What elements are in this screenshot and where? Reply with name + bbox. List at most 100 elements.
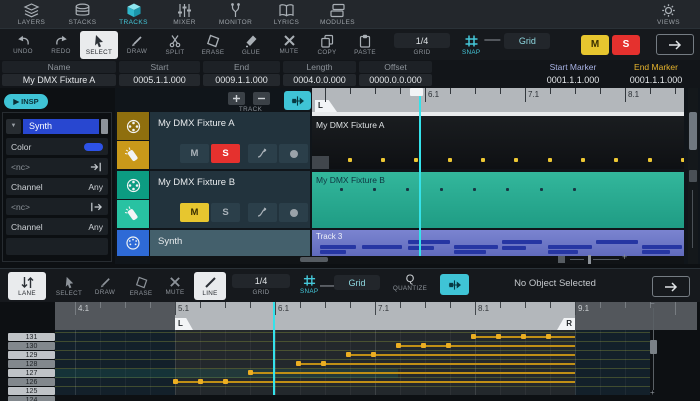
editor-vzoom-thumb[interactable] xyxy=(650,340,657,354)
midi-note[interactable] xyxy=(502,246,526,250)
nav-item-tracks[interactable]: TRACKS xyxy=(108,0,159,28)
inspector-row-input[interactable]: <nc> xyxy=(6,158,108,175)
loop-start-flag[interactable]: L xyxy=(315,100,337,112)
track-solo-button[interactable]: S xyxy=(211,203,240,222)
zoom-plus[interactable]: + xyxy=(622,252,627,262)
draw-tool-button[interactable]: DRAW xyxy=(88,272,122,300)
automation-point[interactable] xyxy=(173,379,178,384)
lane-label[interactable]: 126 xyxy=(8,378,55,386)
nav-item-stacks[interactable]: STACKS xyxy=(57,0,108,28)
automation-dot[interactable] xyxy=(614,158,618,162)
playhead[interactable] xyxy=(419,88,421,256)
track-name[interactable]: Synth xyxy=(158,236,182,247)
timeline-ruler[interactable]: L 6.17.18.1 xyxy=(312,88,684,112)
automation-point[interactable] xyxy=(248,370,253,375)
global-mute-button[interactable]: M xyxy=(581,35,609,55)
inspector-row-color[interactable]: Color xyxy=(6,138,108,155)
glue-tool-button[interactable]: GLUE xyxy=(232,31,270,59)
grid-value-box[interactable]: 1/4 xyxy=(394,33,450,48)
midi-note[interactable] xyxy=(362,245,402,249)
lane-label[interactable]: 131 xyxy=(8,333,55,341)
nav-item-lyrics[interactable]: LYRICS xyxy=(261,0,312,28)
vscroll-thumb[interactable] xyxy=(689,112,697,150)
draw-tool-button[interactable]: DRAW xyxy=(118,31,156,59)
paste-button[interactable]: PASTE xyxy=(346,31,384,59)
erase-tool-button[interactable]: ERASE xyxy=(124,272,158,300)
clip-fixture-a[interactable]: My DMX Fixture A xyxy=(312,112,684,169)
automation-line[interactable] xyxy=(348,354,575,356)
automation-dot[interactable] xyxy=(681,158,684,162)
nav-item-modules[interactable]: MODULES xyxy=(312,0,363,28)
automation-point[interactable] xyxy=(396,343,401,348)
global-solo-button[interactable]: S xyxy=(612,35,640,55)
midi-note[interactable] xyxy=(320,245,356,249)
automation-dot[interactable] xyxy=(481,158,485,162)
automation-dot[interactable] xyxy=(514,158,518,162)
automation-line[interactable] xyxy=(175,381,575,383)
automation-point[interactable] xyxy=(296,361,301,366)
midi-note[interactable] xyxy=(320,250,346,254)
lane-label[interactable]: 124 xyxy=(8,396,55,401)
start-value[interactable]: 0005.1.1.000 xyxy=(119,74,200,86)
track-record-button[interactable] xyxy=(279,203,308,222)
automation-dot[interactable] xyxy=(548,158,552,162)
fixture-type-icon[interactable] xyxy=(117,112,149,140)
fixture-beam-icon[interactable] xyxy=(117,141,149,169)
editor-ruler[interactable]: 4.15.16.17.18.19.1LR xyxy=(55,302,697,330)
automation-dot[interactable] xyxy=(373,188,376,191)
automation-dot[interactable] xyxy=(473,188,476,191)
midi-note[interactable] xyxy=(408,246,434,250)
select-tool-button[interactable]: SELECT xyxy=(52,272,86,300)
lane-label[interactable]: 128 xyxy=(8,360,55,368)
automation-point[interactable] xyxy=(371,352,376,357)
inspector-row-channel-out[interactable]: Channel Any xyxy=(6,218,108,235)
automation-dot[interactable] xyxy=(348,158,352,162)
automation-point[interactable] xyxy=(496,334,501,339)
automation-point[interactable] xyxy=(223,379,228,384)
midi-note[interactable] xyxy=(642,245,682,249)
zoom-slider-thumb[interactable] xyxy=(588,255,591,264)
automation-point[interactable] xyxy=(471,334,476,339)
name-value[interactable]: My DMX Fixture A xyxy=(2,74,116,86)
undo-button[interactable]: UNDO xyxy=(4,31,42,59)
midi-note[interactable] xyxy=(548,250,578,254)
track-automation-button[interactable] xyxy=(248,144,277,163)
lane-label[interactable]: 129 xyxy=(8,351,55,359)
automation-point[interactable] xyxy=(521,334,526,339)
track-name[interactable]: My DMX Fixture B xyxy=(158,177,235,188)
select-tool-button[interactable]: SELECT xyxy=(80,31,118,59)
automation-dot[interactable] xyxy=(573,188,576,191)
editor-grid[interactable] xyxy=(55,330,650,395)
midi-note[interactable] xyxy=(502,240,542,244)
automation-point[interactable] xyxy=(321,361,326,366)
fixture-beam-icon[interactable] xyxy=(117,200,149,228)
lane-label[interactable]: 127 xyxy=(8,369,55,377)
playhead-handle[interactable] xyxy=(410,88,423,96)
inspector-row-output[interactable]: <nc> xyxy=(6,198,108,215)
automation-dot[interactable] xyxy=(340,188,343,191)
track-row-fixture-b[interactable]: My DMX Fixture B M S xyxy=(117,171,310,228)
nav-item-views[interactable]: VIEWS xyxy=(643,0,694,28)
timeline-vscrollbar[interactable] xyxy=(688,88,698,264)
automation-dot[interactable] xyxy=(414,158,418,162)
lane-label[interactable]: 130 xyxy=(8,342,55,350)
snap-mode-dropdown[interactable]: Grid xyxy=(334,275,380,290)
automation-dot[interactable] xyxy=(381,158,385,162)
start-marker-value[interactable]: 0001.1.1.000 xyxy=(534,74,612,86)
automation-point[interactable] xyxy=(546,334,551,339)
automation-dot[interactable] xyxy=(506,188,509,191)
auto-scroll-button[interactable] xyxy=(440,274,469,295)
clip-track-3[interactable]: Track 3 xyxy=(312,230,684,258)
color-swatch[interactable] xyxy=(84,143,103,151)
track-mute-button[interactable]: M xyxy=(180,203,209,222)
grid-value-box[interactable]: 1/4 xyxy=(232,274,290,288)
selector-scroll-handle[interactable] xyxy=(101,119,108,134)
lane-label[interactable]: 125 xyxy=(8,387,55,395)
automation-point[interactable] xyxy=(198,379,203,384)
automation-dot[interactable] xyxy=(406,188,409,191)
automation-dot[interactable] xyxy=(648,158,652,162)
automation-point[interactable] xyxy=(421,343,426,348)
clip-fixture-b[interactable]: My DMX Fixture B xyxy=(312,172,684,228)
snap-group[interactable]: SNAP xyxy=(300,274,318,295)
track-mute-button[interactable]: M xyxy=(180,144,209,163)
